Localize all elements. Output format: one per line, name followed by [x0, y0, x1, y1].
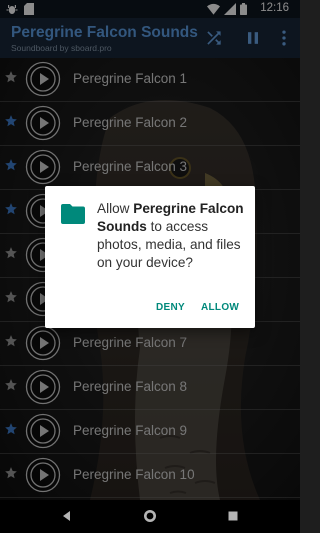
permission-prefix: Allow	[97, 201, 134, 216]
deny-button[interactable]: DENY	[156, 302, 185, 313]
app-screen: 12:16 Peregrine Falcon Sounds Soundboard…	[0, 0, 300, 533]
back-icon[interactable]	[59, 508, 75, 524]
folder-icon	[61, 204, 85, 224]
recents-icon[interactable]	[225, 508, 241, 524]
permission-message: Allow Peregrine Falcon Sounds to access …	[97, 200, 247, 272]
permission-dialog: Allow Peregrine Falcon Sounds to access …	[45, 186, 255, 328]
navigation-bar	[0, 500, 300, 533]
home-icon[interactable]	[142, 508, 158, 524]
allow-button[interactable]: ALLOW	[201, 302, 239, 313]
